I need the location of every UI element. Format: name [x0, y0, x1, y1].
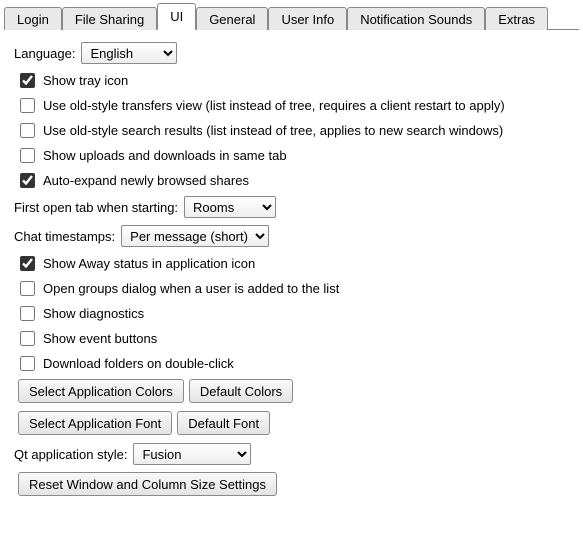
default-font-button[interactable]: Default Font — [177, 411, 270, 435]
chk-auto-expand[interactable] — [20, 173, 35, 188]
tab-content: Language: English Show tray icon Use old… — [4, 30, 579, 516]
language-label: Language: — [14, 46, 75, 61]
chk-diagnostics[interactable] — [20, 306, 35, 321]
chk-old-transfers-label: Use old-style transfers view (list inste… — [43, 98, 505, 113]
chk-same-tab[interactable] — [20, 148, 35, 163]
chat-timestamps-label: Chat timestamps: — [14, 229, 115, 244]
reset-window-button[interactable]: Reset Window and Column Size Settings — [18, 472, 277, 496]
first-open-label: First open tab when starting: — [14, 200, 178, 215]
chk-old-search[interactable] — [20, 123, 35, 138]
language-select[interactable]: English — [81, 42, 177, 64]
tab-general[interactable]: General — [196, 7, 268, 30]
qt-style-label: Qt application style: — [14, 447, 127, 462]
default-colors-button[interactable]: Default Colors — [189, 379, 293, 403]
tab-extras[interactable]: Extras — [485, 7, 548, 30]
chk-show-tray[interactable] — [20, 73, 35, 88]
tabs-bar: Login File Sharing UI General User Info … — [4, 4, 579, 30]
chk-auto-expand-label: Auto-expand newly browsed shares — [43, 173, 249, 188]
tab-file-sharing[interactable]: File Sharing — [62, 7, 157, 30]
chk-old-transfers[interactable] — [20, 98, 35, 113]
chk-download-dblclick[interactable] — [20, 356, 35, 371]
tab-ui[interactable]: UI — [157, 3, 196, 30]
tab-notification-sounds[interactable]: Notification Sounds — [347, 7, 485, 30]
select-colors-button[interactable]: Select Application Colors — [18, 379, 184, 403]
chk-old-search-label: Use old-style search results (list inste… — [43, 123, 503, 138]
qt-style-select[interactable]: Fusion — [133, 443, 251, 465]
chk-event-buttons-label: Show event buttons — [43, 331, 157, 346]
chk-show-tray-label: Show tray icon — [43, 73, 128, 88]
chk-away-status-label: Show Away status in application icon — [43, 256, 255, 271]
chk-diagnostics-label: Show diagnostics — [43, 306, 144, 321]
tab-login[interactable]: Login — [4, 7, 62, 30]
chk-open-groups-label: Open groups dialog when a user is added … — [43, 281, 339, 296]
first-open-select[interactable]: Rooms — [184, 196, 276, 218]
select-font-button[interactable]: Select Application Font — [18, 411, 172, 435]
chk-event-buttons[interactable] — [20, 331, 35, 346]
chat-timestamps-select[interactable]: Per message (short) — [121, 225, 269, 247]
chk-same-tab-label: Show uploads and downloads in same tab — [43, 148, 287, 163]
chk-open-groups[interactable] — [20, 281, 35, 296]
chk-download-dblclick-label: Download folders on double-click — [43, 356, 234, 371]
tab-user-info[interactable]: User Info — [268, 7, 347, 30]
chk-away-status[interactable] — [20, 256, 35, 271]
